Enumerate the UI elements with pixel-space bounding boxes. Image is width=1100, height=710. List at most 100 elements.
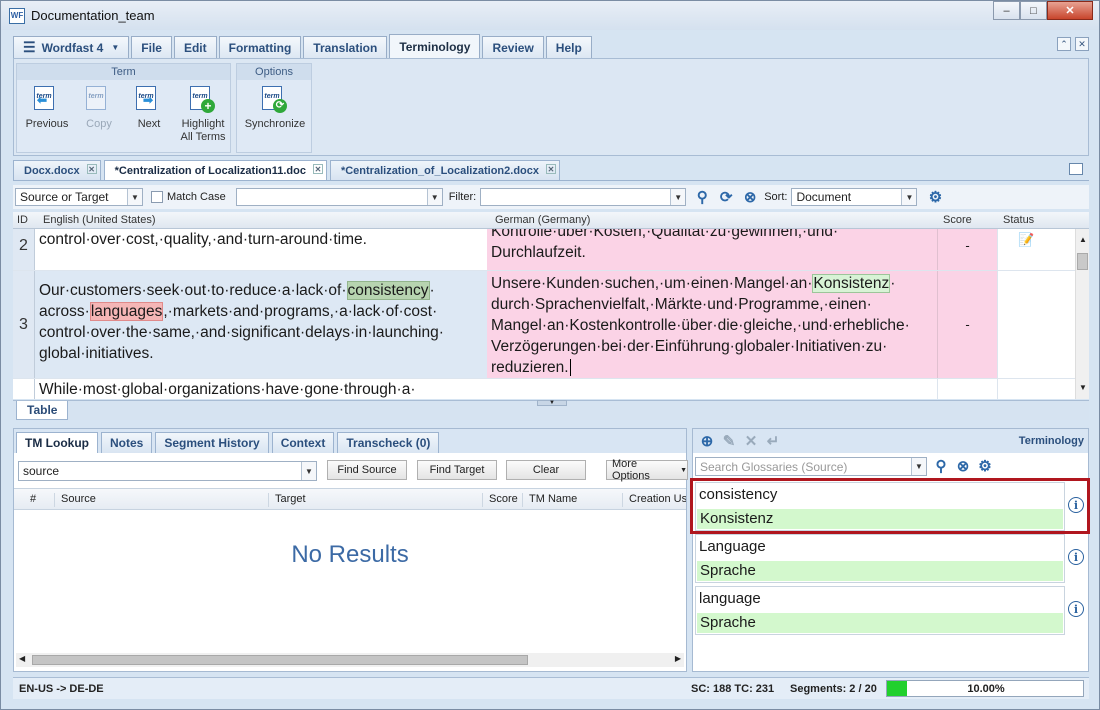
tab-segment-history[interactable]: Segment History [155, 432, 269, 453]
clear-button[interactable]: Clear [506, 460, 586, 480]
scroll-right-icon[interactable]: ▶ [675, 654, 681, 663]
search-text-input[interactable]: ▼ [235, 188, 443, 206]
col-tm-name: TM Name [522, 493, 577, 507]
wordfast-app-icon: WF [9, 7, 25, 24]
term-highlight-konsistenz[interactable]: Konsistenz [812, 274, 891, 293]
term-highlight-consistency[interactable]: consistency [346, 281, 430, 300]
term-highlight-languages[interactable]: languages [89, 302, 164, 321]
sort-label: Sort: [764, 191, 788, 203]
next-term-button[interactable]: term ➡ Next [129, 86, 169, 131]
tab-context[interactable]: Context [271, 432, 335, 453]
search-icon[interactable]: ⚲ [933, 458, 949, 475]
search-next-icon[interactable]: ⟳ [718, 189, 734, 206]
search-icon[interactable]: ⚲ [694, 189, 710, 206]
more-options-button[interactable]: More Options ▼ [606, 458, 688, 482]
highlight-all-terms-button[interactable]: term + Highlight All Terms [177, 86, 229, 144]
close-button[interactable]: ✕ [1047, 1, 1093, 20]
language-pair: EN-US -> DE-DE [19, 683, 104, 695]
scroll-left-icon[interactable]: ◀ [19, 654, 25, 663]
title-bar: WF Documentation_team – □ ✕ [1, 1, 1099, 30]
term-entry[interactable]: language Sprache [695, 586, 1065, 635]
delete-term-icon[interactable]: ✕ [743, 433, 759, 450]
menu-terminology[interactable]: Terminology [389, 34, 481, 58]
segment-target[interactable] [487, 379, 937, 399]
next-label: Next [137, 118, 161, 130]
chevron-down-icon: ▼ [301, 462, 316, 480]
gear-icon[interactable]: ⚙ [927, 189, 943, 206]
scroll-thumb[interactable] [1077, 253, 1088, 270]
synchronize-button[interactable]: term ⟳ Synchronize [241, 86, 309, 131]
insert-term-icon[interactable]: ↵ [765, 433, 781, 450]
menu-wordfast[interactable]: ☰ Wordfast 4 ▼ [13, 36, 130, 58]
filter-select[interactable]: ▼ [480, 188, 687, 206]
close-ribbon-icon[interactable]: ✕ [1075, 37, 1089, 51]
sort-select[interactable]: Document ▼ [791, 188, 918, 206]
clear-search-icon[interactable]: ⊗ [955, 458, 971, 475]
segment-row[interactable]: 2 control·over·cost,·quality,·and·turn-a… [13, 229, 1075, 271]
segment-row[interactable]: While·most·global·organizations·have·gon… [13, 379, 1075, 399]
segment-source[interactable]: control·over·cost,·quality,·and·turn-aro… [35, 229, 487, 270]
menu-file[interactable]: File [131, 36, 172, 58]
highlight-label-2: All Terms [180, 131, 226, 143]
match-case-checkbox[interactable] [151, 191, 163, 203]
col-tm-score: Score [482, 493, 518, 507]
segment-counter: Segments: 2 / 20 [790, 683, 877, 695]
search-scope-select[interactable]: Source or Target ▼ [15, 188, 143, 206]
close-tab-icon[interactable]: ✕ [312, 164, 323, 174]
segment-score: - [937, 229, 997, 270]
close-tab-icon[interactable]: ✕ [86, 164, 97, 174]
menu-help[interactable]: Help [545, 36, 592, 58]
info-icon[interactable]: i [1068, 601, 1084, 617]
add-term-icon[interactable]: ⊕ [699, 433, 715, 450]
segment-target-editor[interactable]: Unsere·Kunden·suchen,·um·einen·Mangel·an… [487, 271, 937, 378]
filter-toolbar: Source or Target ▼ Match Case ▼ Filter: ▼… [13, 185, 1089, 209]
term-highlight-icon: term + [190, 86, 215, 113]
segment-row-active[interactable]: 3 Our·customers·seek·out·to·reduce·a·lac… [13, 271, 1075, 379]
scroll-up-icon[interactable]: ▲ [1079, 235, 1087, 244]
term-synchronize-icon: term ⟳ [262, 86, 287, 113]
segment-target[interactable]: Kontrolle·über·Kosten,·Qualität·zu·gewin… [487, 229, 937, 270]
collapse-ribbon-icon[interactable]: ⌃ [1057, 37, 1071, 51]
tab-tm-lookup[interactable]: TM Lookup [16, 432, 98, 453]
doc-tab-docx[interactable]: Docx.docx ✕ [13, 160, 101, 180]
app-window: WF Documentation_team – □ ✕ ☰ Wordfast 4 ▼… [0, 0, 1100, 710]
term-entry[interactable]: Language Sprache [695, 534, 1065, 583]
tab-transcheck[interactable]: Transcheck (0) [337, 432, 440, 453]
tm-horizontal-scrollbar[interactable]: ◀ ▶ [16, 653, 684, 667]
table-view-tab[interactable]: Table [16, 401, 69, 420]
grid-header: ID English (United States) German (Germa… [13, 212, 1089, 229]
tab-notes[interactable]: Notes [100, 432, 153, 453]
tm-search-input[interactable]: source ▼ [18, 461, 317, 481]
highlight-label-1: Highlight [181, 118, 225, 130]
copy-term-button[interactable]: term Copy [79, 86, 119, 131]
maximize-editor-icon[interactable] [1069, 163, 1083, 175]
chevron-down-icon: ▼ [680, 466, 687, 474]
menu-formatting[interactable]: Formatting [218, 36, 302, 58]
close-tab-icon[interactable]: ✕ [546, 164, 556, 174]
doc-tab-centralization2[interactable]: *Centralization_of_Localization2.docx ✕ [329, 160, 560, 180]
maximize-button[interactable]: □ [1020, 1, 1047, 20]
term-previous-icon: term ⬅ [34, 86, 54, 110]
scroll-down-icon[interactable]: ▼ [1079, 383, 1087, 392]
find-source-button[interactable]: Find Source [327, 460, 407, 480]
glossary-search-input[interactable]: Search Glossaries (Source) ▼ [695, 457, 927, 476]
segment-source[interactable]: Our·customers·seek·out·to·reduce·a·lack·… [35, 271, 487, 378]
doc-tab-centralization11[interactable]: *Centralization of Localization11.doc ✕ [103, 160, 327, 180]
previous-term-button[interactable]: term ⬅ Previous [25, 86, 69, 131]
note-icon[interactable]: 📝 [1018, 229, 1034, 250]
minimize-button[interactable]: – [993, 1, 1020, 20]
menu-review[interactable]: Review [482, 36, 544, 58]
edit-term-icon[interactable]: ✎ [721, 433, 737, 450]
find-target-button[interactable]: Find Target [417, 460, 497, 480]
clear-search-icon[interactable]: ⊗ [742, 189, 758, 206]
scroll-thumb[interactable] [32, 655, 528, 665]
segment-source[interactable]: While·most·global·organizations·have·gon… [35, 379, 487, 399]
splitter-handle[interactable]: ▼ [537, 400, 567, 406]
info-icon[interactable]: i [1068, 549, 1084, 565]
chevron-down-icon: ▼ [901, 189, 917, 205]
menu-translation[interactable]: Translation [303, 36, 388, 58]
menu-edit[interactable]: Edit [173, 36, 217, 58]
grid-scrollbar[interactable]: ▲ ▼ [1075, 229, 1089, 399]
terminology-panel: ⊕ ✎ ✕ ↵ Terminology Search Glossaries (S… [692, 428, 1089, 672]
gear-icon[interactable]: ⚙ [977, 458, 993, 475]
